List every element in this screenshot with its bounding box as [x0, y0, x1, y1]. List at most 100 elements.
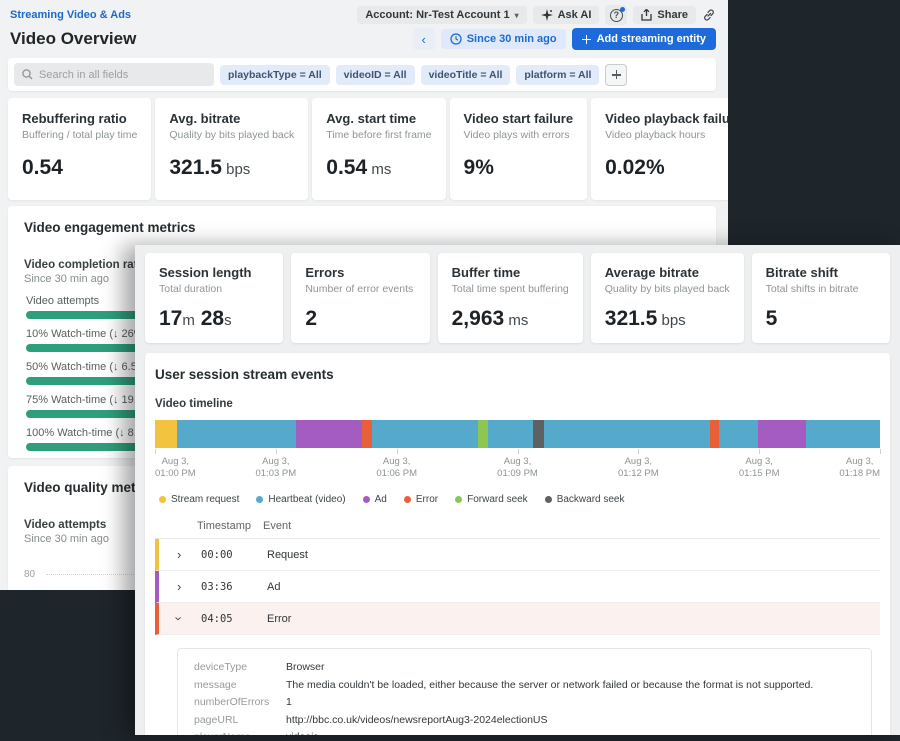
kpi-unit: bps: [222, 161, 250, 178]
search-box[interactable]: [14, 63, 214, 86]
legend-item-heartbeat[interactable]: Heartbeat (video): [256, 494, 345, 505]
event-row[interactable]: 00:00Request: [155, 539, 880, 571]
kpi-number: 17: [159, 307, 182, 330]
kpi-title: Rebuffering ratio: [22, 111, 137, 126]
kpi-title: Avg. start time: [326, 111, 431, 126]
link-icon[interactable]: [702, 8, 716, 22]
search-icon: [22, 69, 33, 80]
kpi-value: 17m 28s: [159, 307, 269, 331]
expand-chevron-icon[interactable]: [177, 548, 191, 561]
filter-pill[interactable]: playbackType = All: [220, 65, 330, 85]
detail-value: 1: [286, 696, 292, 709]
plus-icon: [612, 70, 621, 79]
back-button[interactable]: [413, 28, 435, 50]
detail-key: numberOfErrors: [194, 696, 286, 709]
search-input[interactable]: [39, 69, 206, 81]
legend-label: Forward seek: [467, 494, 528, 505]
account-selector[interactable]: Account: Nr-Test Account 1: [357, 6, 526, 24]
share-button[interactable]: Share: [633, 6, 696, 24]
add-filter-button[interactable]: [605, 64, 627, 86]
kpi-title: Buffer time: [452, 265, 569, 280]
timeline-segment-heartbeat[interactable]: [719, 420, 758, 448]
expand-chevron-icon[interactable]: [177, 612, 191, 625]
column-header-event: Event: [263, 520, 291, 532]
expand-chevron-icon[interactable]: [177, 580, 191, 593]
timeline-segment-heartbeat[interactable]: [544, 420, 709, 448]
kpi-subtitle: Video plays with errors: [464, 129, 574, 141]
legend-item-ad[interactable]: Ad: [363, 494, 387, 505]
event-timestamp: 04:05: [201, 613, 267, 625]
detail-key: pageURL: [194, 714, 286, 727]
timeline-segment-heartbeat[interactable]: [806, 420, 880, 448]
timeline-segment-heartbeat[interactable]: [488, 420, 533, 448]
kpi-subtitle: Quality by bits played back: [169, 129, 294, 141]
kpi-number: 9%: [464, 156, 494, 179]
timeline-segment-ad[interactable]: [296, 420, 361, 448]
filter-pill-group: playbackType = All videoID = All videoTitl…: [220, 65, 599, 85]
kpi-value: 5: [766, 307, 876, 331]
kpi-value: 9%: [464, 156, 574, 180]
legend-item-backward-seek[interactable]: Backward seek: [545, 494, 625, 505]
detail-value: The media couldn't be loaded, either bec…: [286, 679, 813, 692]
kpi-main-card: Avg. bitrateQuality by bits played back3…: [155, 98, 308, 200]
timeline-axis: Aug 3,01:00 PMAug 3,01:03 PMAug 3,01:06 …: [155, 448, 880, 482]
axis-label: Aug 3,01:09 PM: [497, 456, 538, 480]
axis-label: Aug 3,01:03 PM: [255, 456, 296, 480]
timeline-segment-error[interactable]: [710, 420, 719, 448]
kpi-unit: ms: [367, 161, 391, 178]
kpi-number: 0.02%: [605, 156, 665, 179]
timeline-segment-backward-seek[interactable]: [533, 420, 545, 448]
timeline-segment-stream-request[interactable]: [155, 420, 177, 448]
axis-tick: [759, 449, 760, 454]
kpi-session-card: Session lengthTotal duration17m 28s: [145, 253, 283, 343]
breadcrumb[interactable]: Streaming Video & Ads: [10, 9, 131, 21]
legend-label: Stream request: [171, 494, 239, 505]
ask-ai-button[interactable]: Ask AI: [533, 6, 600, 24]
event-timestamp: 03:36: [201, 581, 267, 593]
chevron-down-icon: [515, 9, 519, 21]
kpi-number: 0.54: [22, 156, 63, 179]
legend-item-error[interactable]: Error: [404, 494, 438, 505]
timeline-segment-heartbeat[interactable]: [177, 420, 296, 448]
legend-item-stream-request[interactable]: Stream request: [159, 494, 239, 505]
time-range-picker[interactable]: Since 30 min ago: [441, 29, 566, 49]
plus-icon: [582, 35, 591, 44]
add-streaming-entity-button[interactable]: Add streaming entity: [572, 28, 716, 50]
kpi-subtitle: Number of error events: [305, 283, 415, 295]
kpi-number: 2,963: [452, 307, 505, 330]
share-label: Share: [657, 9, 688, 21]
timeline-segment-forward-seek[interactable]: [478, 420, 488, 448]
detail-key: deviceType: [194, 661, 286, 674]
kpi-title: Errors: [305, 265, 415, 280]
timeline-segment-error[interactable]: [362, 420, 373, 448]
event-row[interactable]: 03:36Ad: [155, 571, 880, 603]
page-title: Video Overview: [10, 29, 136, 49]
kpi-session-card: Average bitrateQuality by bits played ba…: [591, 253, 744, 343]
axis-label: Aug 3,01:12 PM: [618, 456, 659, 480]
event-name: Ad: [267, 581, 280, 593]
engagement-section-title: Video engagement metrics: [24, 220, 700, 235]
filter-pill[interactable]: videoID = All: [336, 65, 415, 85]
filter-bar: playbackType = All videoID = All videoTitl…: [8, 58, 716, 91]
axis-tick: [518, 449, 519, 454]
kpi-unit: bps: [657, 312, 685, 329]
legend-label: Heartbeat (video): [268, 494, 345, 505]
legend-item-forward-seek[interactable]: Forward seek: [455, 494, 528, 505]
axis-label: Aug 3,01:15 PM: [739, 456, 780, 480]
legend-label: Ad: [375, 494, 387, 505]
legend-dot: [545, 496, 552, 503]
filter-pill[interactable]: platform = All: [516, 65, 599, 85]
axis-tick: [155, 449, 156, 454]
detail-row: playerNamevideojs: [194, 731, 855, 735]
kpi-number: 5: [766, 307, 778, 330]
filter-pill[interactable]: videoTitle = All: [421, 65, 511, 85]
event-row[interactable]: 04:05Error: [155, 603, 880, 635]
timeline-segment-heartbeat[interactable]: [372, 420, 477, 448]
events-section-title: User session stream events: [155, 367, 880, 382]
kpi-row-session: Session lengthTotal duration17m 28s Error…: [145, 253, 890, 343]
axis-tick: [397, 449, 398, 454]
y-axis-tick: 80: [24, 569, 40, 580]
help-button[interactable]: [605, 5, 627, 25]
timeline-segment-ad[interactable]: [758, 420, 806, 448]
kpi-row-main: Rebuffering ratioBuffering / total play …: [8, 98, 716, 200]
